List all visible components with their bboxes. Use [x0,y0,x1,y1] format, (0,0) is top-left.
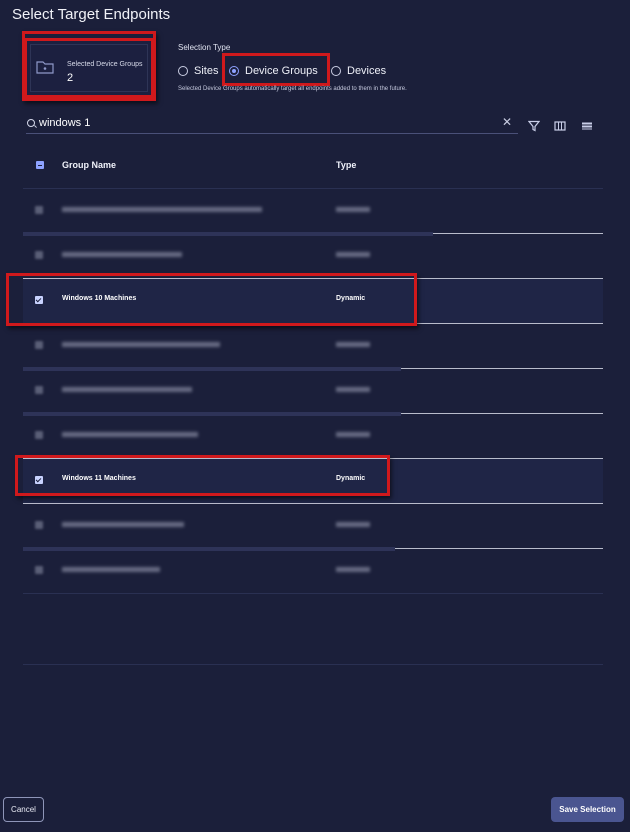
obscured-type [336,567,370,572]
selection-hint: Selected Device Groups automatically tar… [178,86,407,92]
obscured-name [62,432,198,437]
radio-sites-label: Sites [194,65,219,77]
selection-type-label: Selection Type [178,43,231,52]
filter-icon[interactable] [528,120,540,132]
row-checkbox[interactable] [35,431,43,439]
obscured-name [62,342,220,347]
radio-sites[interactable]: Sites [178,64,218,78]
table-header: Group Name Type [23,145,603,189]
table-row[interactable] [23,504,603,551]
obscured-type [336,432,370,437]
clear-icon[interactable]: ✕ [502,115,512,129]
row-checkbox[interactable] [35,251,43,259]
search-field[interactable]: windows 1 ✕ [26,115,518,134]
count-card-highlight [22,31,156,101]
search-input[interactable]: windows 1 [39,117,90,129]
table-empty-space [23,594,603,665]
row-highlight-windows-10 [6,273,417,326]
obscured-type [336,252,370,257]
row-checkbox[interactable] [35,341,43,349]
column-header-group-name[interactable]: Group Name [62,160,116,170]
obscured-name [62,522,184,527]
obscured-name [62,252,182,257]
obscured-type [336,387,370,392]
row-checkbox[interactable] [35,566,43,574]
columns-icon[interactable] [554,120,566,132]
obscured-name [62,567,160,572]
obscured-type [336,522,370,527]
row-checkbox[interactable] [35,206,43,214]
table-row[interactable] [23,369,603,416]
radio-devices-dot[interactable] [331,66,341,76]
row-highlight-windows-11 [15,455,390,496]
search-icon [27,119,35,127]
density-icon[interactable] [581,120,593,132]
table-row[interactable] [23,324,603,371]
obscured-type [336,342,370,347]
device-groups-highlight [222,53,330,86]
save-selection-button[interactable]: Save Selection [551,797,624,822]
cancel-button[interactable]: Cancel [3,797,44,822]
table-row[interactable] [23,414,603,459]
device-groups-table: Group Name Type Windows 10 Machines Dyna… [23,145,603,665]
row-checkbox[interactable] [35,386,43,394]
obscured-name [62,207,262,212]
obscured-type [336,207,370,212]
obscured-name [62,387,192,392]
radio-devices[interactable]: Devices [331,64,386,78]
row-checkbox[interactable] [35,521,43,529]
dialog-title: Select Target Endpoints [12,6,171,23]
radio-sites-dot[interactable] [178,66,188,76]
table-row[interactable] [23,189,603,236]
radio-devices-label: Devices [347,65,387,77]
table-row[interactable] [23,549,603,594]
select-all-checkbox[interactable] [36,161,44,169]
column-header-type[interactable]: Type [336,160,356,170]
